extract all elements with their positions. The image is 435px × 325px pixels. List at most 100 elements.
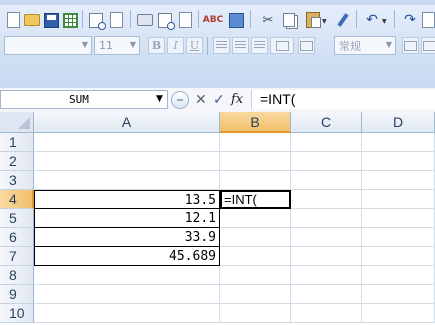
- cell-c10[interactable]: [291, 304, 362, 323]
- cancel-icon[interactable]: ✕: [195, 91, 207, 109]
- cell-a4[interactable]: 13.5: [34, 190, 220, 209]
- number-format-value: 常规: [339, 39, 361, 53]
- cell-d5[interactable]: [362, 209, 435, 228]
- row-header[interactable]: 4: [0, 190, 34, 209]
- cell-a1[interactable]: [34, 133, 220, 152]
- worksheet-grid: A B C D 1 2 3 4 13.5 =INT( 5 12.1 6 33.9…: [0, 112, 435, 325]
- column-header-b[interactable]: B: [220, 112, 291, 133]
- cell-c7[interactable]: [291, 247, 362, 266]
- undo-button[interactable]: ↶: [362, 10, 382, 30]
- align-right-button[interactable]: [251, 37, 268, 54]
- cell-b10[interactable]: [220, 304, 291, 323]
- cell-d6[interactable]: [362, 228, 435, 247]
- bold-button[interactable]: B: [148, 37, 165, 54]
- cell-c8[interactable]: [291, 266, 362, 285]
- cell-a5[interactable]: 12.1: [34, 209, 220, 228]
- research-button[interactable]: [226, 10, 246, 30]
- cell-b9[interactable]: [220, 285, 291, 304]
- cell-b2[interactable]: [220, 152, 291, 171]
- print-preview-button[interactable]: [155, 10, 175, 30]
- row-header[interactable]: 2: [0, 152, 34, 171]
- cell-a6[interactable]: 33.9: [34, 228, 220, 247]
- cell-b6[interactable]: [220, 228, 291, 247]
- cell-d2[interactable]: [362, 152, 435, 171]
- underline-button[interactable]: U: [186, 37, 203, 54]
- cell-a8[interactable]: [34, 266, 220, 285]
- select-all-corner[interactable]: [0, 112, 34, 133]
- open-button[interactable]: [22, 10, 42, 30]
- number-format-combo[interactable]: 常规 ▼: [334, 36, 396, 55]
- cell-c5[interactable]: [291, 209, 362, 228]
- cell-d9[interactable]: [362, 285, 435, 304]
- percent-button[interactable]: [421, 37, 435, 54]
- row-header[interactable]: 5: [0, 209, 34, 228]
- cell-b7[interactable]: [220, 247, 291, 266]
- cell-a9[interactable]: [34, 285, 220, 304]
- column-header-d[interactable]: D: [362, 112, 435, 133]
- paste-dropdown-icon[interactable]: ▼: [322, 18, 327, 25]
- column-header-c[interactable]: C: [291, 112, 362, 133]
- cell-a10[interactable]: [34, 304, 220, 323]
- format-painter-button[interactable]: [333, 10, 353, 30]
- align-left-icon: [216, 41, 227, 50]
- spelling-check-icon: ABC: [202, 14, 224, 25]
- cell-b1[interactable]: [220, 133, 291, 152]
- row-header[interactable]: 7: [0, 247, 34, 266]
- cell-c4[interactable]: [291, 190, 362, 209]
- cell-d7[interactable]: [362, 247, 435, 266]
- cell-b3[interactable]: [220, 171, 291, 190]
- cell-a2[interactable]: [34, 152, 220, 171]
- cell-c1[interactable]: [291, 133, 362, 152]
- paste-button[interactable]: [303, 10, 323, 30]
- name-box-dropdown-icon[interactable]: ▼: [156, 94, 163, 104]
- cell-d4[interactable]: [362, 190, 435, 209]
- align-left-button[interactable]: [213, 37, 230, 54]
- row-header[interactable]: 10: [0, 304, 34, 323]
- cell-a7[interactable]: 45.689: [34, 247, 220, 266]
- cell-b8[interactable]: [220, 266, 291, 285]
- cell-a3[interactable]: [34, 171, 220, 190]
- new-document-button[interactable]: [3, 10, 23, 30]
- currency-button[interactable]: [402, 37, 419, 54]
- cell-c3[interactable]: [291, 171, 362, 190]
- formula-input[interactable]: =INT(: [251, 90, 435, 109]
- currency-icon: [404, 40, 417, 51]
- font-size-combo[interactable]: 11 ▼: [94, 36, 140, 55]
- align-center-button[interactable]: [232, 37, 249, 54]
- cell-c6[interactable]: [291, 228, 362, 247]
- permission-button[interactable]: [60, 10, 80, 30]
- print-button[interactable]: [135, 10, 155, 30]
- search-button[interactable]: [106, 10, 126, 30]
- sum-button[interactable]: [418, 10, 435, 30]
- name-box[interactable]: SUM: [0, 90, 168, 109]
- italic-button[interactable]: I: [167, 37, 184, 54]
- cell-d1[interactable]: [362, 133, 435, 152]
- cell-d10[interactable]: [362, 304, 435, 323]
- row-header[interactable]: 1: [0, 133, 34, 152]
- cell-b4-editing[interactable]: =INT(: [220, 190, 291, 209]
- spelling-button[interactable]: ABC: [203, 10, 223, 30]
- cell-d3[interactable]: [362, 171, 435, 190]
- redo-button[interactable]: ↷: [400, 10, 420, 30]
- cell-b5[interactable]: [220, 209, 291, 228]
- copy-button[interactable]: [279, 10, 299, 30]
- row-header[interactable]: 8: [0, 266, 34, 285]
- cell-c9[interactable]: [291, 285, 362, 304]
- email-button[interactable]: [86, 10, 106, 30]
- cut-button[interactable]: ✂: [258, 10, 278, 30]
- enter-check-icon[interactable]: ✓: [213, 91, 225, 109]
- row-header[interactable]: 9: [0, 285, 34, 304]
- wrap-text-button[interactable]: [298, 37, 315, 54]
- cell-d8[interactable]: [362, 266, 435, 285]
- function-wizard-dropdown[interactable]: [171, 91, 189, 109]
- font-name-combo[interactable]: ▼: [4, 36, 92, 55]
- merge-center-button[interactable]: [270, 37, 294, 54]
- insert-function-icon[interactable]: fx: [231, 91, 243, 109]
- cell-c2[interactable]: [291, 152, 362, 171]
- column-header-a[interactable]: A: [34, 112, 220, 133]
- permission-button-2[interactable]: [175, 10, 195, 30]
- row-header[interactable]: 3: [0, 171, 34, 190]
- save-button[interactable]: [41, 10, 61, 30]
- row-header[interactable]: 6: [0, 228, 34, 247]
- undo-dropdown-icon[interactable]: ▼: [382, 18, 387, 25]
